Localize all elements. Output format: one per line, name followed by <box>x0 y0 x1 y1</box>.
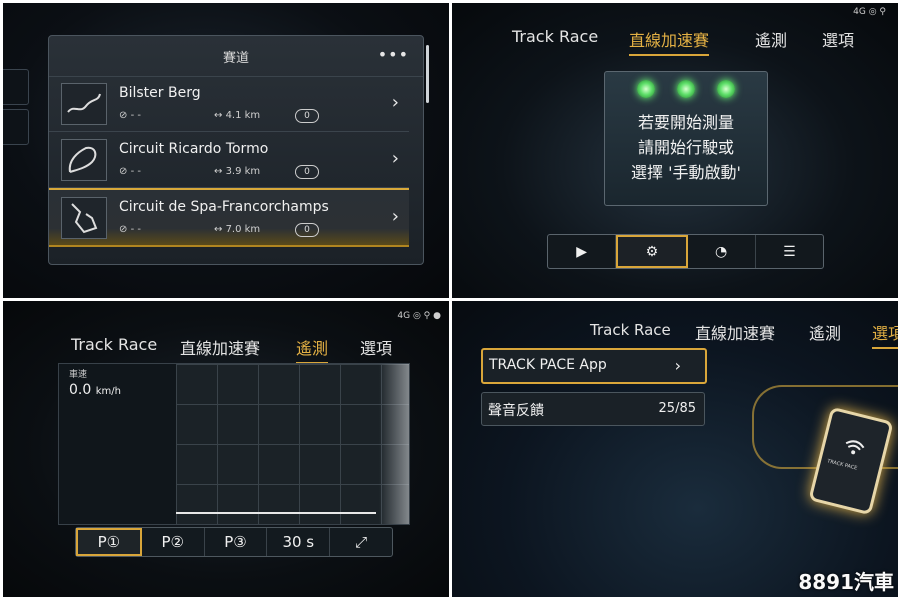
track-name: Bilster Berg <box>119 85 201 101</box>
track-map-icon <box>61 83 107 125</box>
graph-grid <box>176 364 409 524</box>
track-map-icon <box>61 139 107 181</box>
lap-time: ⊘ - - <box>119 110 141 121</box>
track-list-panel: 賽道 ••• Bilster Berg ⊘ - - ↔ 4.1 km 0 › C… <box>3 3 449 298</box>
tab-options[interactable]: 選項 <box>872 320 898 349</box>
lap-time: ⊘ - - <box>119 166 141 177</box>
start-light-icon <box>677 80 695 98</box>
tab-track-race[interactable]: Track Race <box>590 321 671 339</box>
phone-label: TRACK PACE <box>826 458 858 472</box>
track-row-selected[interactable]: Circuit de Spa-Francorchamps ⊘ - - ↔ 7.0… <box>49 188 409 247</box>
chevron-right-icon: › <box>674 356 681 375</box>
track-name: Circuit de Spa-Francorchamps <box>119 199 329 215</box>
track-list-header: 賽道 ••• <box>49 36 423 77</box>
track-distance: ↔ 4.1 km <box>214 110 261 121</box>
control-bar: ▶ ⚙ ◔ ☰ <box>547 234 824 269</box>
track-list-card: 賽道 ••• Bilster Berg ⊘ - - ↔ 4.1 km 0 › C… <box>48 35 424 265</box>
start-light-icon <box>637 80 655 98</box>
telemetry-panel: 4G ◎ ⚲ ● Track Race 直線加速賽 遙測 選項 車速 0.0 k… <box>3 301 449 597</box>
tab-track-race[interactable]: Track Race <box>71 335 157 354</box>
side-tab-button[interactable] <box>3 69 29 105</box>
graph-baseline <box>176 512 376 514</box>
watermark-logo: 8891汽車 <box>798 570 894 594</box>
tab-drag-race[interactable]: 直線加速賽 <box>629 27 710 56</box>
menu-value: 25/85 <box>658 401 696 416</box>
track-pace-app-button[interactable]: TRACK PACE App › <box>481 348 707 384</box>
tab-telemetry[interactable]: 遙測 <box>809 320 841 344</box>
play-icon[interactable]: ▶ <box>548 235 617 268</box>
drag-race-panel: 4G ◎ ⚲ Track Race 直線加速賽 遙測 選項 若要開始測量 請開始… <box>452 3 898 298</box>
settings-gear-icon[interactable]: ⚙ <box>616 235 688 268</box>
track-distance: ↔ 7.0 km <box>214 224 261 235</box>
duration-button[interactable]: 30 s <box>267 528 331 556</box>
session-count-badge: 0 <box>295 109 319 123</box>
chevron-right-icon: › <box>391 92 399 113</box>
menu-label: 聲音反饋 <box>488 403 544 419</box>
speed-label: 車速 <box>69 370 88 380</box>
track-distance: ↔ 3.9 km <box>214 166 261 177</box>
gauge-icon[interactable]: ◔ <box>688 235 756 268</box>
start-instruction: 若要開始測量 請開始行駛或 選擇 '手動啟動' <box>631 113 741 182</box>
sound-feedback-button[interactable]: 聲音反饋 25/85 <box>481 392 705 426</box>
track-row[interactable]: Circuit Ricardo Tormo ⊘ - - ↔ 3.9 km 0 › <box>49 132 409 188</box>
tab-options[interactable]: 選項 <box>822 27 854 51</box>
session-count-badge: 0 <box>295 223 319 237</box>
status-bar: 4G ◎ ⚲ ● <box>397 311 441 321</box>
track-row[interactable]: Bilster Berg ⊘ - - ↔ 4.1 km 0 › <box>49 76 409 132</box>
session-count-badge: 0 <box>295 165 319 179</box>
tab-telemetry[interactable]: 遙測 <box>755 27 787 51</box>
scrollbar[interactable] <box>426 45 429 103</box>
chevron-right-icon: › <box>391 206 399 227</box>
tab-drag-race[interactable]: 直線加速賽 <box>180 335 260 359</box>
fullscreen-icon[interactable]: ⤢ <box>330 528 392 556</box>
start-lights-box: 若要開始測量 請開始行駛或 選擇 '手動啟動' <box>604 71 768 206</box>
tab-options[interactable]: 選項 <box>360 335 392 359</box>
tab-track-race[interactable]: Track Race <box>512 27 598 46</box>
start-light-icon <box>717 80 735 98</box>
speed-readout: 0.0 km/h <box>69 382 121 398</box>
side-tab-button[interactable] <box>3 109 29 145</box>
wifi-icon <box>845 440 865 455</box>
lap-time: ⊘ - - <box>119 224 141 235</box>
tab-telemetry[interactable]: 遙測 <box>296 335 329 364</box>
track-map-icon <box>61 197 107 239</box>
track-name: Circuit Ricardo Tormo <box>119 141 269 157</box>
p3-button[interactable]: P③ <box>205 528 268 556</box>
chevron-right-icon: › <box>391 148 399 169</box>
tab-drag-race[interactable]: 直線加速賽 <box>695 320 775 344</box>
p1-button[interactable]: P① <box>76 528 142 556</box>
track-list-title: 賽道 <box>222 50 249 66</box>
options-panel: Track Race 直線加速賽 遙測 選項 TRACK PACE App › … <box>452 301 898 597</box>
p2-button[interactable]: P② <box>142 528 205 556</box>
graph-glow <box>379 364 409 524</box>
telemetry-control-bar: P① P② P③ 30 s ⤢ <box>75 527 393 557</box>
more-options-icon[interactable]: ••• <box>378 45 409 64</box>
status-bar: 4G ◎ ⚲ <box>853 7 886 17</box>
menu-label: TRACK PACE App <box>489 357 607 373</box>
list-icon[interactable]: ☰ <box>756 235 823 268</box>
